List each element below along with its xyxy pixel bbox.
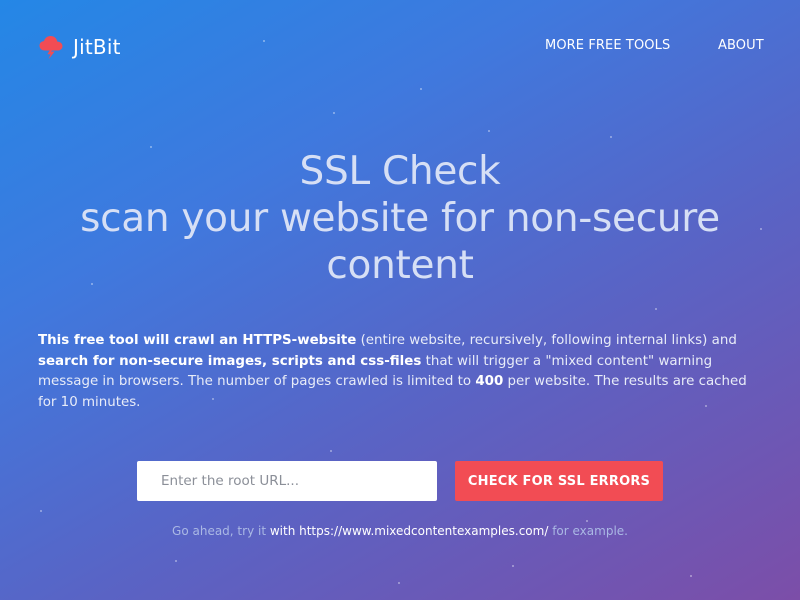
example-hint: Go ahead, try it with https://www.mixedc… [0,524,800,538]
nav-about-link[interactable]: ABOUT [718,38,764,53]
star-decoration [586,520,588,522]
description-bold-crawl: This free tool will crawl an HTTPS-websi… [38,333,357,348]
star-decoration [40,510,42,512]
star-decoration [398,582,400,584]
star-decoration [512,565,514,567]
star-decoration [690,575,692,577]
description-bold-search: search for non-secure images, scripts an… [38,353,422,369]
star-decoration [488,130,490,132]
example-url-link[interactable]: with https://www.mixedcontentexamples.co… [270,524,549,538]
star-decoration [333,112,335,114]
star-decoration [610,136,612,138]
brand-name: JitBit [73,35,121,59]
page-title-line1: SSL Check [299,149,501,194]
top-navigation: JitBit MORE FREE TOOLS ABOUT [0,0,800,92]
description-text: (entire website, recursively, following … [356,333,737,348]
star-decoration [760,228,762,230]
page-title: SSL Check scan your website for non-secu… [40,148,760,289]
page-title-line2: scan your website for non-secure content [80,196,720,288]
cloud-lightning-icon [38,33,66,61]
star-decoration [330,450,332,452]
star-decoration [175,560,177,562]
nav-more-free-tools-link[interactable]: MORE FREE TOOLS [545,38,670,53]
brand-logo-link[interactable]: JitBit [38,33,121,61]
description-bold-limit: 400 [475,374,504,390]
check-ssl-errors-button[interactable]: CHECK FOR SSL ERRORS [455,461,663,501]
example-prefix: Go ahead, try it [172,524,270,538]
star-decoration [655,308,657,310]
example-suffix: for example. [548,524,628,538]
root-url-input[interactable] [137,461,437,501]
tool-description: This free tool will crawl an HTTPS-websi… [38,331,768,413]
